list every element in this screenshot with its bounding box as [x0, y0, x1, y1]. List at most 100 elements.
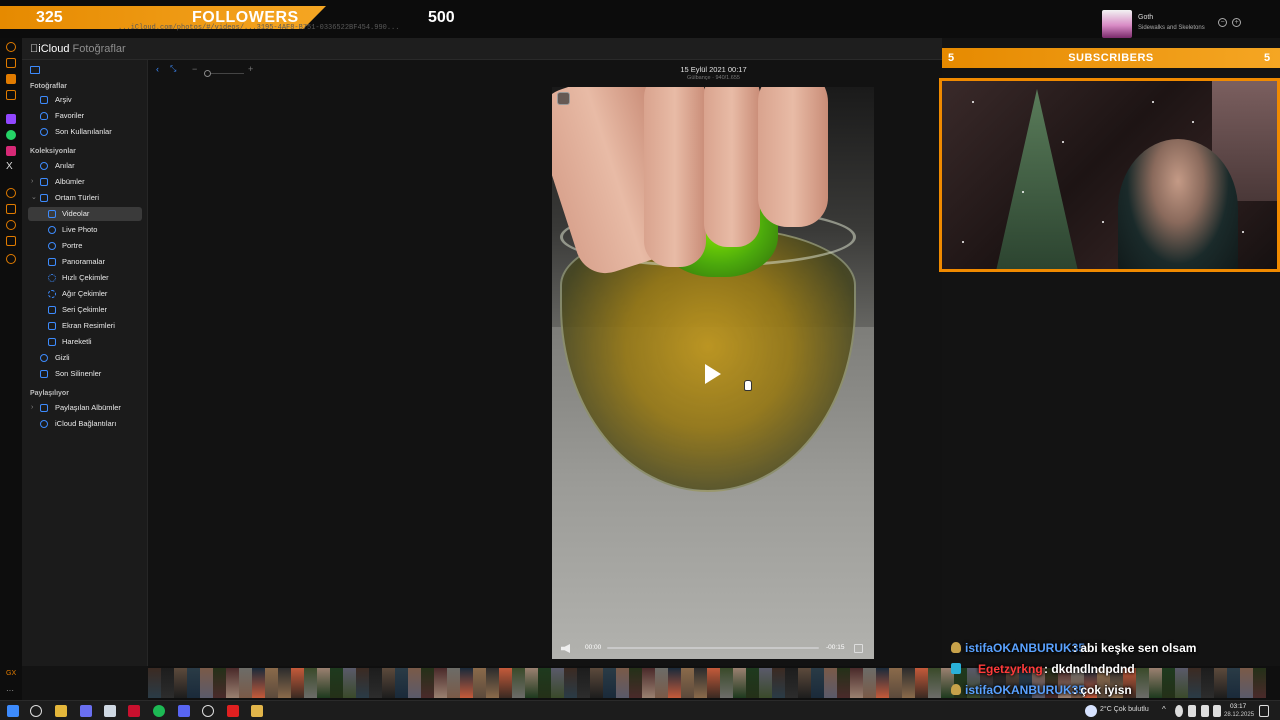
thumbnail[interactable]	[876, 668, 889, 698]
chevron-down-icon[interactable]: ⌄	[31, 191, 37, 205]
chevron-right-icon[interactable]: ›	[31, 175, 33, 189]
bag-icon[interactable]	[6, 58, 16, 68]
clock-time[interactable]: 03:17	[1230, 703, 1246, 710]
thumbnail[interactable]	[863, 668, 876, 698]
thumbnail[interactable]	[252, 668, 265, 698]
live-photo-badge-icon[interactable]	[557, 92, 570, 105]
instagram-icon[interactable]	[6, 146, 16, 156]
thumbnail[interactable]	[798, 668, 811, 698]
thumbnail[interactable]	[226, 668, 239, 698]
file-explorer-icon[interactable]	[55, 705, 67, 717]
thumbnail[interactable]	[174, 668, 187, 698]
thumbnail[interactable]	[616, 668, 629, 698]
thumbnail[interactable]	[564, 668, 577, 698]
thumbnail[interactable]	[772, 668, 785, 698]
thumbnail[interactable]	[330, 668, 343, 698]
sidebar-item-panoramas[interactable]: Panoramalar	[28, 255, 142, 269]
windows-start-icon[interactable]	[7, 705, 19, 717]
thumbnail[interactable]	[239, 668, 252, 698]
thumbnail[interactable]	[668, 668, 681, 698]
sidebar-item-shared-albums[interactable]: › Paylaşılan Albümler	[28, 401, 142, 415]
app-icon[interactable]	[104, 705, 116, 717]
gx-icon[interactable]: GX	[6, 670, 16, 680]
thumbnail[interactable]	[460, 668, 473, 698]
thumbnail[interactable]	[824, 668, 837, 698]
thumbnail[interactable]	[590, 668, 603, 698]
settings-icon[interactable]	[6, 254, 16, 264]
notification-icon[interactable]	[1259, 705, 1269, 717]
thumbnail[interactable]	[382, 668, 395, 698]
sidebar-item-live-photo[interactable]: Live Photo	[28, 223, 142, 237]
network-icon[interactable]	[1175, 705, 1183, 717]
weather-icon[interactable]	[1085, 705, 1097, 717]
thumbnail[interactable]	[356, 668, 369, 698]
sidebar-item-timelapse[interactable]: Hızlı Çekimler	[28, 271, 142, 285]
sidebar-item-animated[interactable]: Hareketli	[28, 335, 142, 349]
twitch-icon[interactable]	[6, 114, 16, 124]
chevron-right-icon[interactable]: ›	[31, 401, 33, 415]
thumbnail[interactable]	[369, 668, 382, 698]
download-icon[interactable]	[6, 236, 16, 246]
video-player[interactable]: 00:00 -00:15	[552, 87, 874, 659]
sidebar-item-recents[interactable]: Son Kullanılanlar	[28, 125, 142, 139]
thumbnail[interactable]	[759, 668, 772, 698]
thumbnail[interactable]	[408, 668, 421, 698]
thumbnail[interactable]	[447, 668, 460, 698]
thumbnail[interactable]	[213, 668, 226, 698]
more-icon[interactable]: ···	[6, 686, 16, 696]
thumbnail[interactable]	[486, 668, 499, 698]
thumbnail[interactable]	[915, 668, 928, 698]
volume-icon[interactable]	[561, 644, 570, 653]
thumbnail[interactable]	[902, 668, 915, 698]
sidebar-item-albums[interactable]: › Albümler	[28, 175, 142, 189]
thumbnail[interactable]	[291, 668, 304, 698]
sidebar-item-hidden[interactable]: Gizli	[28, 351, 142, 365]
thumbnail[interactable]	[434, 668, 447, 698]
thumbnail[interactable]	[421, 668, 434, 698]
opera-gx-icon[interactable]	[128, 705, 140, 717]
bookmark-icon[interactable]	[6, 74, 16, 84]
language-icon[interactable]	[1213, 705, 1221, 717]
thumbnail[interactable]	[785, 668, 798, 698]
history-icon[interactable]	[6, 220, 16, 230]
thumbnail[interactable]	[395, 668, 408, 698]
league-icon[interactable]	[251, 705, 263, 717]
thumbnail[interactable]	[707, 668, 720, 698]
steam-icon[interactable]	[202, 705, 214, 717]
sidebar-item-slomo[interactable]: Ağır Çekimler	[28, 287, 142, 301]
thumbnail[interactable]	[655, 668, 668, 698]
thumbnail[interactable]	[837, 668, 850, 698]
play-icon[interactable]	[705, 364, 721, 384]
weather-text[interactable]: 2°C Çok bulutlu	[1100, 706, 1149, 713]
volume-icon[interactable]	[1201, 705, 1209, 717]
chevron-up-icon[interactable]: ^	[1162, 705, 1170, 717]
sidebar-item-burst[interactable]: Seri Çekimler	[28, 303, 142, 317]
mic-icon[interactable]	[1188, 705, 1196, 717]
search-icon[interactable]	[30, 705, 42, 717]
sidebar-item-memories[interactable]: Anılar	[28, 159, 142, 173]
sidebar-item-recently-deleted[interactable]: Son Silinenler	[28, 367, 142, 381]
thumbnail[interactable]	[278, 668, 291, 698]
sidebar-item-screenshots[interactable]: Ekran Resimleri	[28, 319, 142, 333]
thumbnail[interactable]	[811, 668, 824, 698]
thumbnail[interactable]	[317, 668, 330, 698]
clock-icon[interactable]	[6, 188, 16, 198]
thumbnail[interactable]	[148, 668, 161, 698]
history-icon[interactable]	[6, 42, 16, 52]
discord-icon[interactable]	[178, 705, 190, 717]
minus-circle-icon[interactable]: −	[1218, 18, 1227, 27]
thumbnail[interactable]	[551, 668, 564, 698]
thumbnail[interactable]	[304, 668, 317, 698]
clock-date[interactable]: 28.12.2025	[1224, 712, 1254, 718]
spotify-icon[interactable]	[153, 705, 165, 717]
messenger-icon[interactable]	[6, 90, 16, 100]
whatsapp-icon[interactable]	[6, 130, 16, 140]
thumbnail[interactable]	[512, 668, 525, 698]
teams-icon[interactable]	[80, 705, 92, 717]
thumbnail[interactable]	[343, 668, 356, 698]
thumbnail[interactable]	[265, 668, 278, 698]
fullscreen-icon[interactable]	[854, 644, 863, 653]
sidebar-item-icloud-links[interactable]: iCloud Bağlantıları	[28, 417, 142, 431]
thumbnail[interactable]	[720, 668, 733, 698]
thumbnail[interactable]	[499, 668, 512, 698]
